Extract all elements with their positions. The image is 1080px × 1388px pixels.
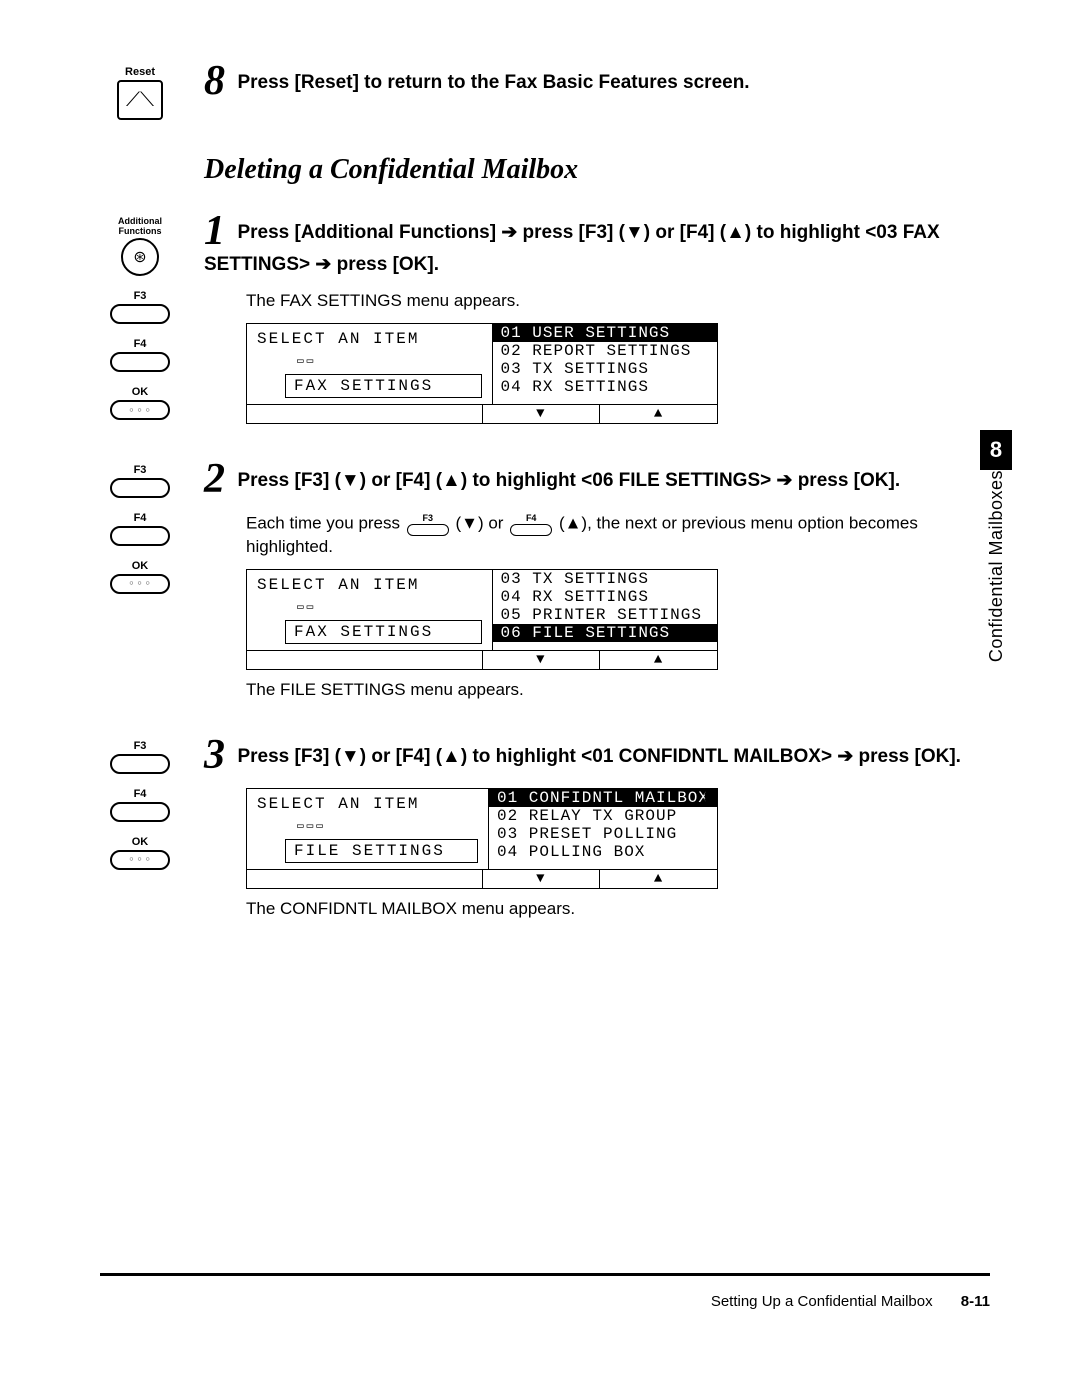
f4-inline-key: F4 bbox=[510, 512, 552, 536]
step8-keys: Reset ⟋⟍ bbox=[100, 60, 180, 120]
step8-instruction: Press [Reset] to return to the Fax Basic… bbox=[237, 72, 749, 93]
step1-number: 1 bbox=[204, 208, 225, 254]
step2-body: Each time you press F3 (▼) or F4 (▲), th… bbox=[246, 512, 990, 559]
additional-functions-key: Additional Functions ⊛ bbox=[100, 216, 180, 276]
step3-after: The CONFIDNTL MAILBOX menu appears. bbox=[246, 899, 990, 919]
step-8: Reset ⟋⟍ 8 Press [Reset] to return to th… bbox=[100, 60, 990, 120]
step2-lcd: SELECT AN ITEM▭▭FAX SETTINGS03 TX SETTIN… bbox=[246, 569, 718, 670]
f3-inline-key: F3 bbox=[407, 512, 449, 536]
reset-key-icon: ⟋⟍ bbox=[117, 80, 163, 120]
step1-lcd: SELECT AN ITEM▭▭FAX SETTINGS01 USER SETT… bbox=[246, 323, 718, 424]
f4-key: F4 bbox=[110, 788, 170, 822]
step-2: F3 F4 OK 2 Press [F3] (▼) or [F4] (▲) to… bbox=[100, 458, 990, 700]
f3-key: F3 bbox=[110, 740, 170, 774]
step1-instruction: Press [Additional Functions] ➔ press [F3… bbox=[204, 222, 940, 275]
step-3: F3 F4 OK 3 Press [F3] (▼) or [F4] (▲) to… bbox=[100, 734, 990, 919]
section-title: Deleting a Confidential Mailbox bbox=[204, 154, 990, 186]
step2-after: The FILE SETTINGS menu appears. bbox=[246, 680, 990, 700]
reset-key-label: Reset bbox=[117, 66, 163, 78]
step-1: Additional Functions ⊛ F3 F4 OK 1 Press … bbox=[100, 210, 990, 424]
page-number: 8-11 bbox=[961, 1293, 990, 1310]
footer-rule bbox=[100, 1273, 990, 1276]
step2-instruction: Press [F3] (▼) or [F4] (▲) to highlight … bbox=[237, 470, 900, 491]
ok-key: OK bbox=[110, 836, 170, 870]
step1-body: The FAX SETTINGS menu appears. bbox=[246, 290, 990, 313]
chapter-tab-text: Confidential Mailboxes bbox=[986, 470, 1007, 662]
ok-key: OK bbox=[110, 386, 170, 420]
ok-key: OK bbox=[110, 560, 170, 594]
step1-keys: Additional Functions ⊛ F3 F4 OK bbox=[100, 210, 180, 424]
additional-functions-icon: ⊛ bbox=[121, 238, 159, 276]
footer-text: Setting Up a Confidential Mailbox bbox=[711, 1293, 933, 1310]
f4-key: F4 bbox=[110, 338, 170, 372]
step3-lcd: SELECT AN ITEM▭▭▭FILE SETTINGS01 CONFIDN… bbox=[246, 788, 718, 889]
step3-number: 3 bbox=[204, 732, 225, 778]
step2-number: 2 bbox=[204, 456, 225, 502]
f4-key: F4 bbox=[110, 512, 170, 546]
footer: Setting Up a Confidential Mailbox 8-11 bbox=[711, 1293, 990, 1310]
chapter-tab: Confidential Mailboxes 8 bbox=[980, 430, 1012, 670]
chapter-tab-number: 8 bbox=[980, 430, 1012, 470]
reset-key: Reset ⟋⟍ bbox=[117, 66, 163, 120]
step8-number: 8 bbox=[204, 58, 225, 104]
f3-key: F3 bbox=[110, 290, 170, 324]
step2-keys: F3 F4 OK bbox=[100, 458, 180, 700]
step3-keys: F3 F4 OK bbox=[100, 734, 180, 919]
f3-key: F3 bbox=[110, 464, 170, 498]
step3-instruction: Press [F3] (▼) or [F4] (▲) to highlight … bbox=[237, 746, 961, 767]
